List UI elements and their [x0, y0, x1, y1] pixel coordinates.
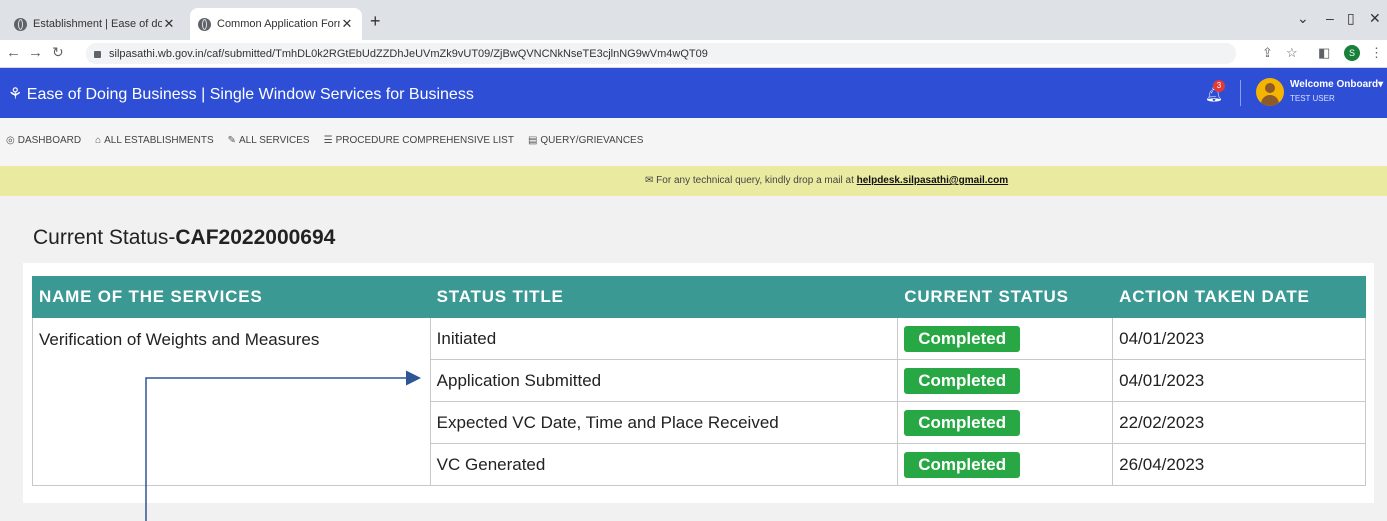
browser-tab-caf-preview[interactable]: Common Application Form Prev ✕	[190, 8, 362, 40]
building-icon: ⌂	[95, 135, 102, 146]
current-status-heading: Current Status-CAF2022000694	[33, 226, 335, 250]
menu-item-all-establishments[interactable]: ⌂ ALL ESTABLISHMENTS	[95, 135, 214, 146]
helpdesk-email-link[interactable]: helpdesk.silpasathi@gmail.com	[857, 175, 1008, 186]
menu-item-all-services[interactable]: ✎ ALL SERVICES	[228, 135, 310, 146]
menu-item-query-grievances[interactable]: ▤ QUERY/GRIEVANCES	[528, 135, 643, 146]
close-window-button[interactable]: ✕	[1369, 10, 1381, 27]
status-label: Current Status-	[33, 226, 176, 249]
avatar-head	[1265, 83, 1275, 93]
col-header-action-date: ACTION TAKEN DATE	[1112, 276, 1366, 318]
status-card: NAME OF THE SERVICES STATUS TITLE CURREN…	[23, 263, 1374, 503]
completed-badge: Completed	[904, 367, 1021, 394]
action-date-cell: 22/02/2023	[1112, 401, 1366, 444]
browser-tab-strip: Establishment | Ease of doing bu ✕ Commo…	[0, 0, 1387, 40]
new-tab-button[interactable]: +	[370, 11, 381, 32]
avatar-body	[1261, 95, 1279, 106]
current-status-cell: Completed	[897, 317, 1114, 360]
menu-label: QUERY/GRIEVANCES	[540, 135, 644, 146]
share-icon[interactable]: ⇪	[1262, 45, 1273, 61]
tab-title: Establishment | Ease of doing bu	[33, 18, 162, 30]
url-field[interactable]: silpasathi.wb.gov.in/caf/submitted/TmhDL…	[86, 43, 1236, 64]
table-header-row: NAME OF THE SERVICES STATUS TITLE CURREN…	[32, 276, 1366, 318]
completed-badge: Completed	[904, 451, 1021, 478]
app-header: ⚘ Ease of Doing Business | Single Window…	[0, 68, 1387, 118]
table-row: Verification of Weights and Measures Ini…	[32, 317, 1366, 486]
user-name: TEST USER	[1290, 94, 1335, 103]
notice-text: For any technical query, kindly drop a m…	[656, 175, 854, 186]
list-icon: ☰	[323, 135, 333, 146]
menu-item-procedure-list[interactable]: ☰ PROCEDURE COMPREHENSIVE LIST	[324, 135, 514, 146]
action-date-cell: 04/01/2023	[1112, 359, 1366, 402]
user-avatar[interactable]	[1256, 78, 1284, 106]
browser-menu-icon[interactable]: ⋮	[1370, 45, 1383, 61]
tab-search-icon[interactable]: ⌄	[1297, 10, 1309, 27]
globe-icon	[14, 17, 27, 31]
menu-label: ALL SERVICES	[239, 135, 310, 146]
notification-badge: 3	[1213, 80, 1225, 92]
wrench-icon: ✎	[227, 135, 237, 146]
menu-label: ALL ESTABLISHMENTS	[104, 135, 214, 146]
mail-icon: ✉	[645, 175, 657, 186]
close-tab-icon[interactable]: ✕	[162, 16, 176, 32]
current-status-cell: Completed	[897, 443, 1114, 486]
caf-id: CAF2022000694	[175, 226, 336, 249]
minimize-button[interactable]: –	[1326, 10, 1334, 26]
message-icon: ▤	[527, 135, 538, 146]
status-table: NAME OF THE SERVICES STATUS TITLE CURREN…	[32, 276, 1366, 486]
caret-down-icon: ▾	[1378, 79, 1384, 90]
menu-label: DASHBOARD	[17, 135, 82, 146]
current-status-cell: Completed	[897, 401, 1114, 444]
status-title-cell: VC Generated	[429, 443, 899, 486]
status-title-cell: Expected VC Date, Time and Place Receive…	[429, 401, 899, 444]
globe-icon	[198, 17, 211, 31]
technical-query-notice: ✉ For any technical query, kindly drop a…	[0, 166, 1387, 196]
tab-title: Common Application Form Prev	[217, 18, 340, 30]
completed-badge: Completed	[904, 409, 1021, 436]
col-header-service: NAME OF THE SERVICES	[32, 276, 431, 318]
service-name-cell: Verification of Weights and Measures	[32, 317, 431, 486]
app-title-text: Ease of Doing Business | Single Window S…	[26, 86, 474, 103]
lock-icon	[94, 51, 101, 58]
col-header-status-title: STATUS TITLE	[429, 276, 899, 318]
browser-tab-establishment[interactable]: Establishment | Ease of doing bu ✕	[6, 8, 184, 40]
bookmark-star-icon[interactable]: ☆	[1286, 45, 1298, 61]
address-bar-row: ← → ↻ silpasathi.wb.gov.in/caf/submitted…	[0, 40, 1387, 68]
back-icon[interactable]: ←	[6, 44, 21, 61]
welcome-dropdown[interactable]: Welcome Onboard▾	[1290, 79, 1383, 90]
main-menu: ◎ DASHBOARD ⌂ ALL ESTABLISHMENTS ✎ ALL SERV…	[0, 118, 1387, 166]
header-divider	[1240, 80, 1241, 106]
close-tab-icon[interactable]: ✕	[340, 16, 354, 32]
forward-icon[interactable]: →	[28, 44, 43, 61]
completed-badge: Completed	[904, 325, 1021, 352]
current-status-cell: Completed	[897, 359, 1114, 402]
action-date-cell: 04/01/2023	[1112, 317, 1366, 360]
reload-icon[interactable]: ↻	[52, 44, 64, 61]
restore-button[interactable]: ▯	[1347, 10, 1355, 27]
url-text: silpasathi.wb.gov.in/caf/submitted/TmhDL…	[109, 47, 708, 60]
menu-item-dashboard[interactable]: ◎ DASHBOARD	[6, 135, 81, 146]
browser-profile-avatar[interactable]: S	[1344, 45, 1360, 61]
welcome-text: Welcome Onboard	[1290, 79, 1379, 90]
action-date-cell: 26/04/2023	[1112, 443, 1366, 486]
col-header-current-status: CURRENT STATUS	[897, 276, 1114, 318]
app-title[interactable]: ⚘ Ease of Doing Business | Single Window…	[8, 84, 474, 104]
status-title-cell: Initiated	[429, 317, 899, 360]
menu-label: PROCEDURE COMPREHENSIVE LIST	[335, 135, 514, 146]
dashboard-icon: ◎	[6, 135, 15, 146]
logo-icon: ⚘	[8, 86, 27, 103]
status-title-cell: Application Submitted	[429, 359, 899, 402]
sidepanel-icon[interactable]: ◧	[1318, 45, 1330, 61]
